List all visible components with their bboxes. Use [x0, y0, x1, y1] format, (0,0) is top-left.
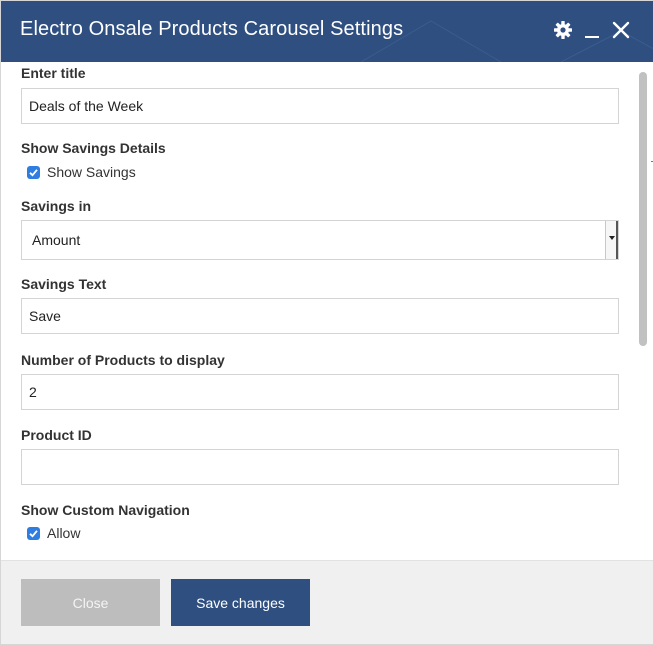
- custom-nav-label: Show Custom Navigation: [21, 502, 190, 518]
- settings-dialog: Electro Onsale Products Carousel Setting…: [0, 0, 654, 645]
- save-changes-button[interactable]: Save changes: [171, 579, 310, 626]
- product-id-label: Product ID: [21, 427, 92, 443]
- product-id-input[interactable]: [21, 449, 619, 485]
- dialog-title: Electro Onsale Products Carousel Setting…: [20, 18, 404, 40]
- savings-in-label: Savings in: [21, 198, 92, 214]
- allow-label: Allow: [47, 525, 81, 541]
- num-products-label: Number of Products to display: [21, 352, 225, 368]
- savings-in-select[interactable]: Amount: [21, 220, 619, 260]
- dialog-titlebar: Electro Onsale Products Carousel Setting…: [1, 1, 653, 62]
- savings-text-input[interactable]: [21, 298, 619, 334]
- dialog-footer: Close Save changes: [1, 560, 653, 644]
- title-input[interactable]: [21, 88, 619, 124]
- savings-details-label: Show Savings Details: [21, 140, 166, 156]
- allow-checkbox[interactable]: [27, 527, 40, 540]
- num-products-input[interactable]: [21, 374, 619, 410]
- close-icon[interactable]: [610, 19, 632, 41]
- check-icon: [29, 530, 38, 538]
- chevron-down-icon: [605, 221, 618, 259]
- gear-icon[interactable]: [552, 19, 574, 41]
- title-label: Enter title: [21, 65, 86, 81]
- minimize-icon[interactable]: [581, 19, 603, 41]
- show-savings-checkbox[interactable]: [27, 166, 40, 179]
- check-icon: [29, 169, 38, 177]
- show-savings-label: Show Savings: [47, 164, 136, 180]
- savings-text-label: Savings Text: [21, 276, 107, 292]
- close-button[interactable]: Close: [21, 579, 160, 626]
- dialog-content: Enter title Show Savings Details Show Sa…: [1, 62, 633, 560]
- content-scrollbar[interactable]: [639, 72, 647, 346]
- savings-in-value: Amount: [32, 232, 81, 248]
